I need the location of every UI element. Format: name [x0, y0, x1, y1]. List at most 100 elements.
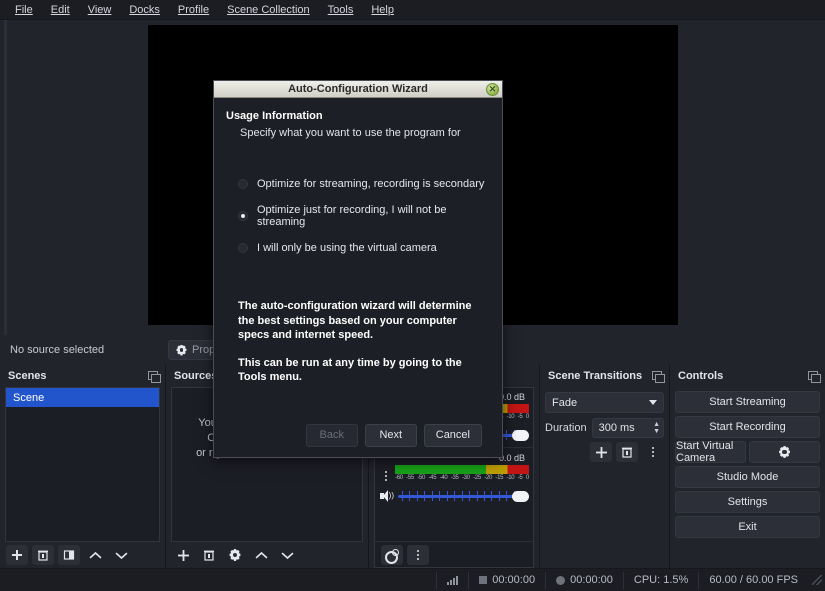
- sources-toolbar: [166, 542, 368, 568]
- duration-label: Duration: [545, 422, 587, 434]
- scenes-title-label: Scenes: [8, 370, 47, 382]
- radio-indicator: [238, 243, 248, 253]
- status-connection: [436, 572, 468, 589]
- remove-source-button[interactable]: [198, 545, 220, 565]
- duration-stepper[interactable]: 300 ms ▲ ▼: [592, 418, 664, 438]
- stepper-arrows[interactable]: ▲ ▼: [653, 422, 660, 435]
- menu-docks[interactable]: Docks: [120, 1, 169, 19]
- vertical-dots-icon: [647, 445, 660, 459]
- radio-optimize-recording[interactable]: Optimize just for recording, I will not …: [238, 204, 488, 227]
- move-source-down-button[interactable]: [276, 545, 298, 565]
- start-virtual-camera-button[interactable]: Start Virtual Camera: [675, 441, 746, 463]
- scenes-list[interactable]: Scene: [5, 387, 160, 542]
- scene-filters-button[interactable]: [58, 545, 80, 565]
- radio-indicator: [238, 179, 248, 189]
- menu-edit[interactable]: Edit: [42, 1, 79, 19]
- radio-optimize-streaming[interactable]: Optimize for streaming, recording is sec…: [238, 172, 488, 195]
- add-source-button[interactable]: [172, 545, 194, 565]
- scene-list-item[interactable]: Scene: [6, 388, 159, 407]
- audio-level-meter: [395, 465, 529, 474]
- dialog-next-button[interactable]: Next: [365, 424, 417, 447]
- move-source-up-button[interactable]: [250, 545, 272, 565]
- status-fps: 60.00 / 60.00 FPS: [698, 572, 808, 589]
- dialog-back-button[interactable]: Back: [306, 424, 358, 447]
- status-record-time: 00:00:00: [545, 572, 623, 589]
- remove-transition-button[interactable]: [616, 442, 638, 462]
- no-source-selected-label: No source selected: [10, 344, 104, 356]
- menu-help[interactable]: Help: [362, 1, 403, 19]
- menu-scene-collection[interactable]: Scene Collection: [218, 1, 319, 19]
- close-icon[interactable]: ✕: [486, 83, 499, 96]
- gear-icon: [779, 446, 791, 458]
- status-bar: 00:00:00 00:00:00 CPU: 1.5% 60.00 / 60.0…: [0, 568, 825, 591]
- trash-icon: [203, 549, 215, 561]
- status-cpu: CPU: 1.5%: [623, 572, 698, 589]
- plus-icon: [177, 549, 190, 562]
- controls-dock: Controls Start Streaming Start Recording…: [670, 365, 825, 568]
- remove-scene-button[interactable]: [32, 545, 54, 565]
- chevron-down-icon: [649, 400, 657, 405]
- move-scene-down-button[interactable]: [110, 545, 132, 565]
- advanced-audio-properties-icon: [385, 549, 399, 561]
- controls-title-label: Controls: [678, 370, 723, 382]
- scene-transitions-body: Fade Duration 300 ms ▲ ▼: [540, 387, 669, 462]
- plus-icon: [595, 446, 608, 459]
- audio-mixer-menu-button[interactable]: [407, 545, 429, 565]
- dialog-note-paragraph-2: This can be run at any time by going to …: [238, 356, 488, 385]
- exit-button[interactable]: Exit: [675, 516, 820, 538]
- transition-select[interactable]: Fade: [545, 392, 664, 413]
- float-dock-icon[interactable]: [148, 371, 159, 381]
- scenes-toolbar: [0, 542, 165, 568]
- source-properties-gear-button[interactable]: [224, 545, 246, 565]
- volume-slider[interactable]: [398, 489, 529, 503]
- dialog-title-bar[interactable]: Auto-Configuration Wizard ✕: [214, 81, 502, 98]
- menu-file[interactable]: File: [6, 1, 42, 19]
- menu-profile[interactable]: Profile: [169, 1, 218, 19]
- stepper-down-icon[interactable]: ▼: [653, 429, 660, 435]
- cpu-label: CPU: 1.5%: [634, 574, 688, 586]
- audio-channel-menu-button[interactable]: [379, 465, 392, 487]
- virtual-camera-settings-button[interactable]: [749, 441, 820, 463]
- dialog-footer: Back Next Cancel: [214, 413, 502, 457]
- speaker-icon[interactable]: )): [379, 489, 394, 503]
- dock-splitter-left[interactable]: [4, 20, 7, 335]
- float-dock-icon[interactable]: [652, 371, 663, 381]
- float-dock-icon[interactable]: [808, 371, 819, 381]
- duration-value: 300 ms: [599, 422, 635, 434]
- scene-transitions-toolbar: [545, 442, 664, 462]
- start-recording-button[interactable]: Start Recording: [675, 416, 820, 438]
- radio-optimize-recording-label: Optimize just for recording, I will not …: [257, 204, 488, 228]
- filters-icon: [63, 549, 75, 561]
- signal-bars-icon: [447, 575, 458, 585]
- start-streaming-button[interactable]: Start Streaming: [675, 391, 820, 413]
- menu-file-label: File: [15, 4, 33, 16]
- obs-main-window: File Edit View Docks Profile Scene Colle…: [0, 0, 825, 591]
- transition-selected-label: Fade: [552, 397, 577, 409]
- volume-handle[interactable]: [512, 491, 529, 502]
- move-scene-up-button[interactable]: [84, 545, 106, 565]
- auto-configuration-wizard-dialog: Auto-Configuration Wizard ✕ Usage Inform…: [213, 80, 503, 458]
- settings-button[interactable]: Settings: [675, 491, 820, 513]
- menu-view-label: View: [88, 4, 112, 16]
- scene-transitions-dock: Scene Transitions Fade Duration 300 ms ▲…: [540, 365, 670, 568]
- transition-menu-button[interactable]: [642, 442, 664, 462]
- volume-handle[interactable]: [512, 430, 529, 441]
- menu-tools[interactable]: Tools: [319, 1, 363, 19]
- dialog-cancel-button[interactable]: Cancel: [424, 424, 482, 447]
- menu-docks-label: Docks: [129, 4, 160, 16]
- trash-icon: [621, 446, 633, 458]
- menu-view[interactable]: View: [79, 1, 121, 19]
- audio-channel: 0.0 dB -60-55-50-45-40-35-30-25-20-15-10…: [375, 451, 533, 505]
- resize-grip[interactable]: [812, 575, 822, 585]
- dialog-title-label: Auto-Configuration Wizard: [288, 83, 428, 95]
- advanced-audio-properties-button[interactable]: [381, 545, 403, 565]
- radio-optimize-streaming-label: Optimize for streaming, recording is sec…: [257, 178, 484, 190]
- dialog-body: Usage Information Specify what you want …: [214, 98, 502, 413]
- plus-icon: [11, 549, 23, 561]
- studio-mode-button[interactable]: Studio Mode: [675, 466, 820, 488]
- add-scene-button[interactable]: [6, 545, 28, 565]
- radio-virtual-camera[interactable]: I will only be using the virtual camera: [238, 236, 488, 259]
- add-transition-button[interactable]: [590, 442, 612, 462]
- usage-options-group: Optimize for streaming, recording is sec…: [238, 172, 488, 259]
- stepper-up-icon[interactable]: ▲: [653, 422, 660, 428]
